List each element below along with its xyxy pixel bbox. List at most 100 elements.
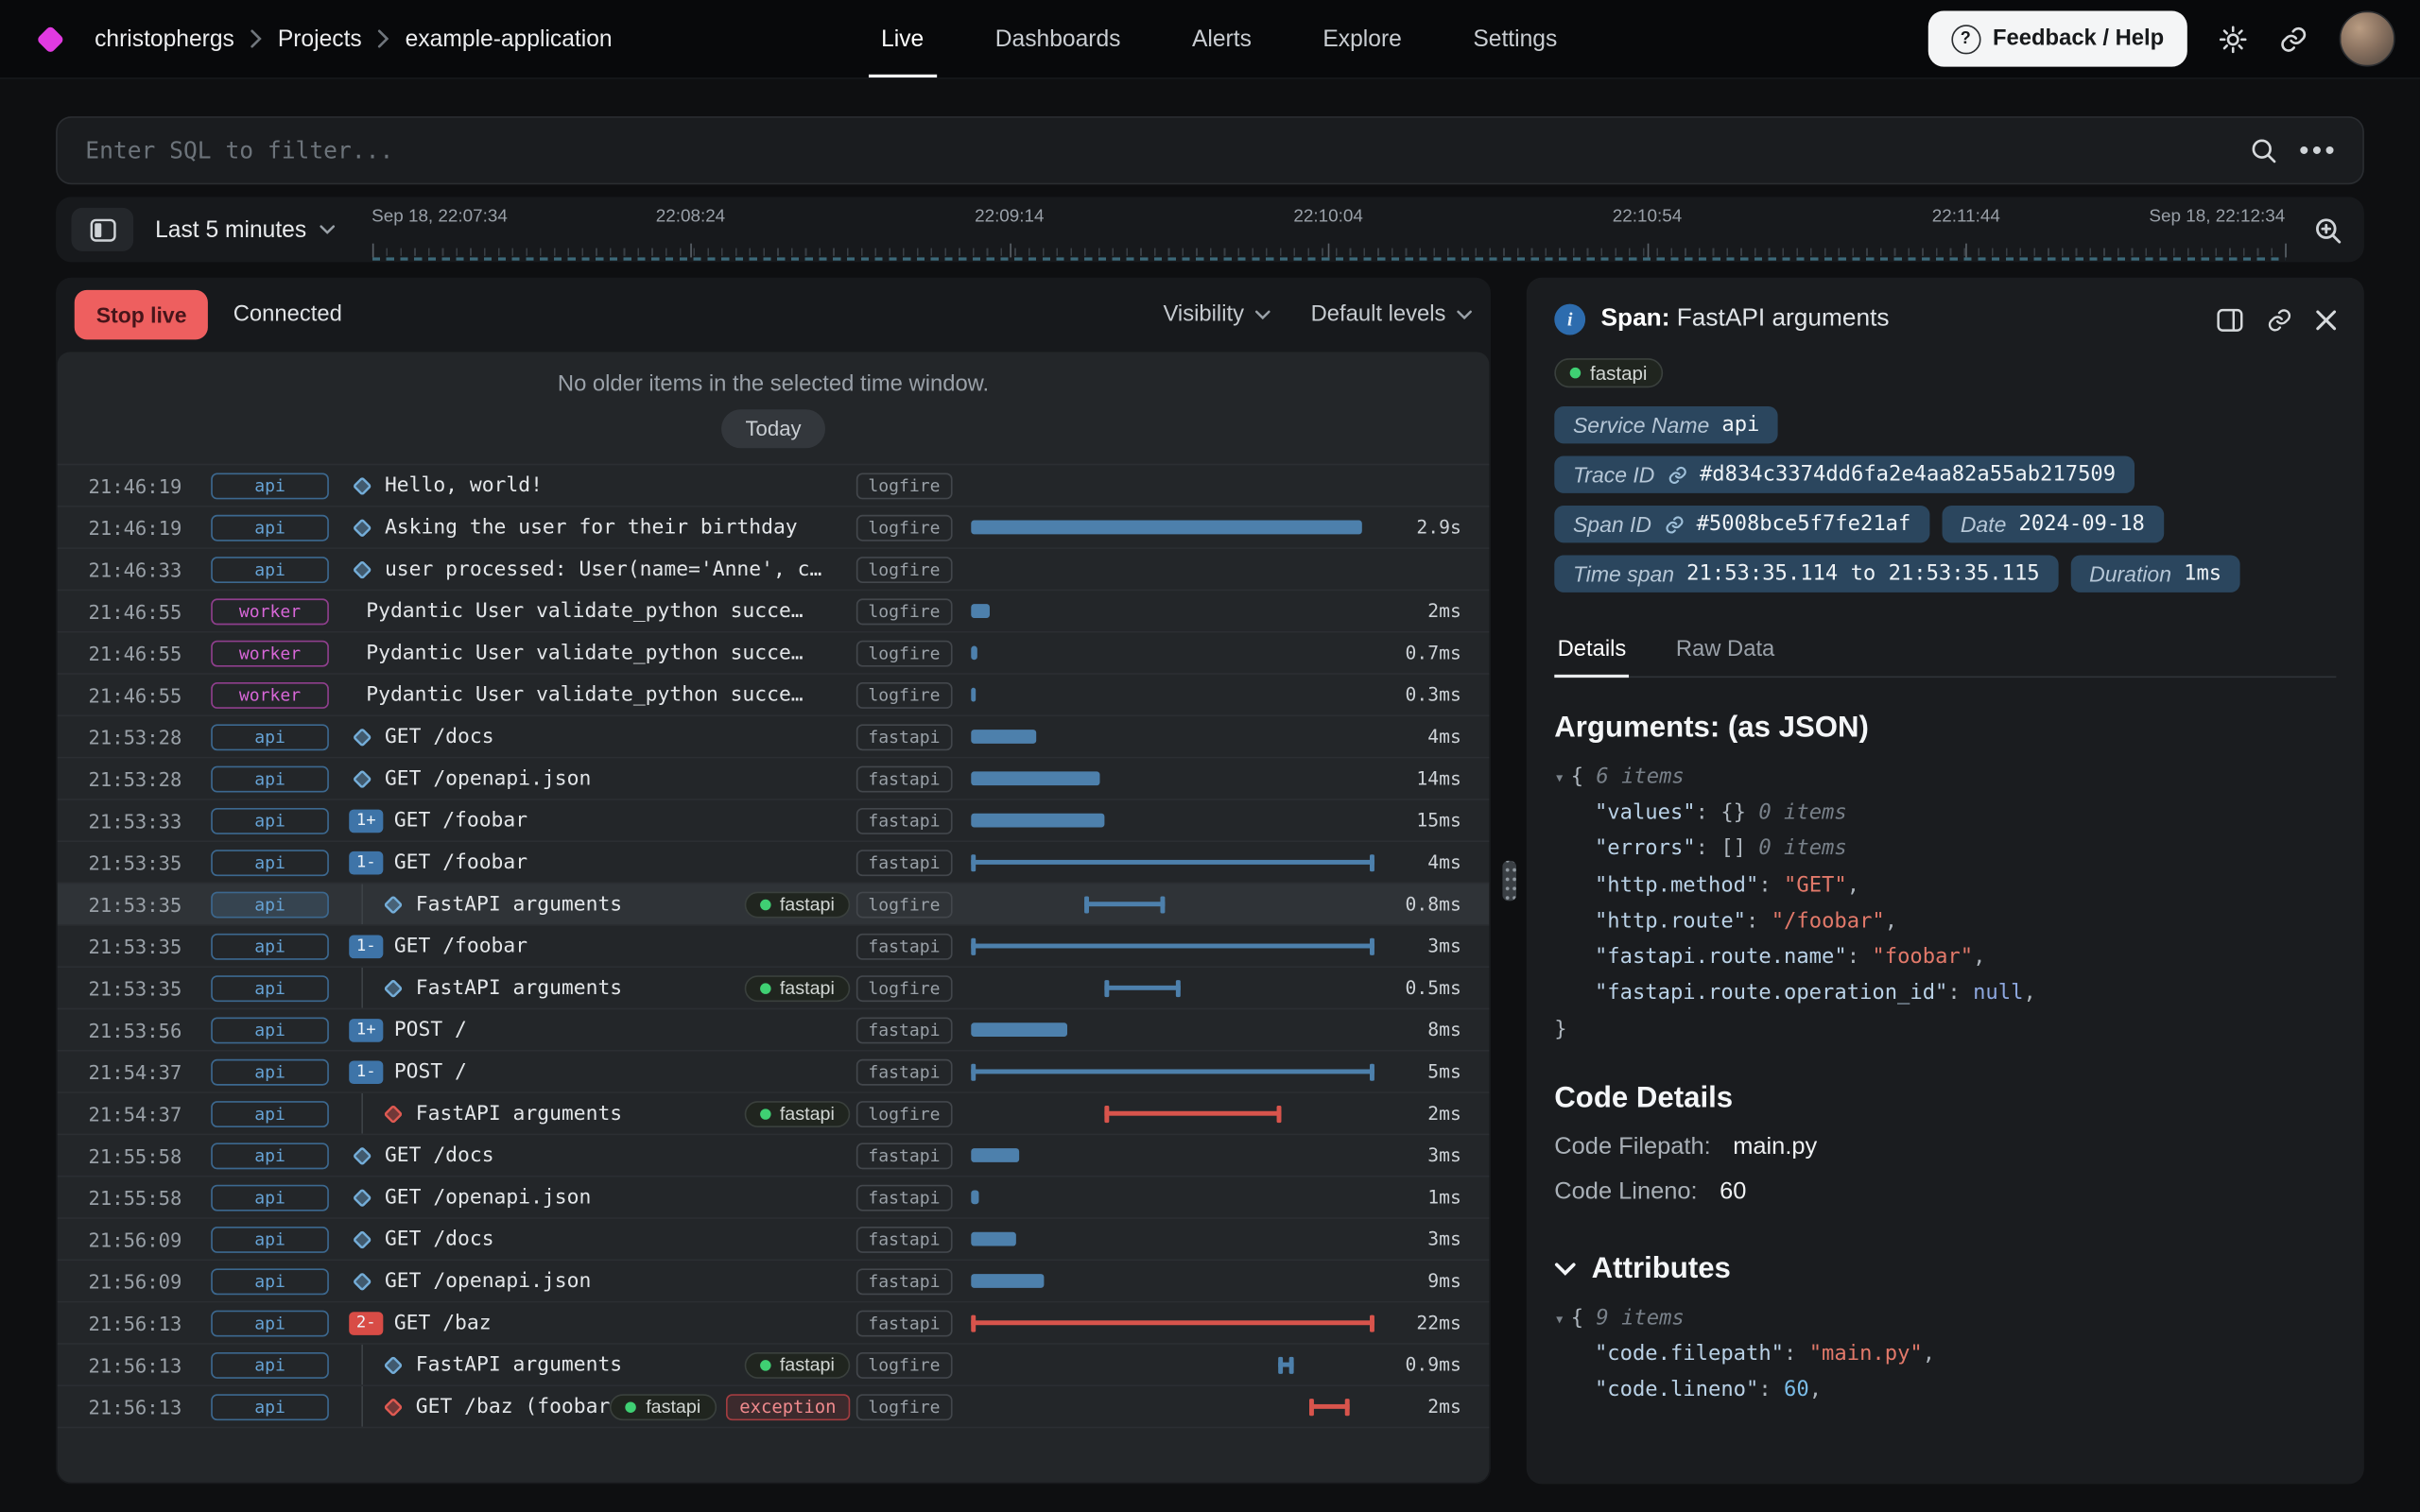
exception-chip[interactable]: exception	[725, 1393, 850, 1419]
service-tag-api[interactable]: api	[211, 1310, 329, 1336]
tab-details[interactable]: Details	[1554, 624, 1629, 677]
theme-toggle-icon[interactable]	[2219, 24, 2248, 53]
scope-tag-logfire[interactable]: logfire	[856, 891, 952, 918]
children-count-badge[interactable]: 1-	[349, 935, 383, 958]
log-row[interactable]: 21:56:09apiGET /docsfastapi3ms	[58, 1217, 1490, 1259]
zoom-in-icon[interactable]	[2313, 215, 2342, 244]
log-row[interactable]: 21:46:55workerPydantic User validate_pyt…	[58, 590, 1490, 631]
log-row[interactable]: 21:55:58apiGET /openapi.jsonfastapi1ms	[58, 1176, 1490, 1217]
log-row[interactable]: 21:46:55workerPydantic User validate_pyt…	[58, 631, 1490, 673]
log-row[interactable]: 21:53:33api1+GET /foobarfastapi15ms	[58, 799, 1490, 840]
meta-chip-time-span[interactable]: Time span21:53:35.114 to 21:53:35.115	[1554, 555, 2058, 592]
visibility-dropdown[interactable]: Visibility	[1163, 302, 1270, 327]
scope-tag-logfire[interactable]: logfire	[856, 1393, 952, 1419]
service-tag-api[interactable]: api	[211, 1100, 329, 1126]
scope-tag-logfire[interactable]: logfire	[856, 974, 952, 1001]
stop-live-button[interactable]: Stop live	[75, 290, 209, 340]
scope-tag-fastapi[interactable]: fastapi	[856, 765, 952, 792]
nav-dashboards[interactable]: Dashboards	[995, 0, 1121, 77]
scope-tag-fastapi[interactable]: fastapi	[856, 933, 952, 959]
collapse-chevron-icon[interactable]: ▾	[1554, 767, 1564, 787]
otel-scope-chip[interactable]: fastapi	[744, 891, 850, 918]
log-row[interactable]: 21:46:55workerPydantic User validate_pyt…	[58, 673, 1490, 714]
feedback-help-button[interactable]: ? Feedback / Help	[1927, 10, 2187, 66]
share-link-icon[interactable]	[2279, 24, 2308, 53]
panel-resize-handle[interactable]	[1501, 861, 1515, 902]
close-icon[interactable]	[2316, 309, 2336, 329]
service-tag-api[interactable]: api	[211, 514, 329, 541]
attributes-heading[interactable]: Attributes	[1554, 1253, 2336, 1287]
service-tag-api[interactable]: api	[211, 1393, 329, 1419]
log-row[interactable]: 21:46:19apiHello, world!logfire	[58, 464, 1490, 506]
service-tag-api[interactable]: api	[211, 891, 329, 918]
scope-tag-logfire[interactable]: logfire	[856, 556, 952, 582]
log-row[interactable]: 21:53:28apiGET /docsfastapi4ms	[58, 715, 1490, 757]
meta-chip-date[interactable]: Date2024-09-18	[1942, 506, 2163, 542]
scope-tag-logfire[interactable]: logfire	[856, 681, 952, 708]
otel-scope-chip[interactable]: fastapi	[744, 1100, 850, 1126]
service-tag-worker[interactable]: worker	[211, 681, 329, 708]
scope-tag-fastapi[interactable]: fastapi	[856, 1310, 952, 1336]
log-row[interactable]: 21:53:35api1-GET /foobarfastapi3ms	[58, 924, 1490, 966]
service-tag-api[interactable]: api	[211, 1017, 329, 1043]
nav-explore[interactable]: Explore	[1322, 0, 1401, 77]
sql-filter-input[interactable]	[82, 135, 2228, 166]
search-icon[interactable]	[2250, 136, 2278, 164]
logfire-logo-icon[interactable]	[36, 25, 64, 53]
children-count-badge[interactable]: 1+	[349, 1018, 383, 1041]
otel-scope-chip[interactable]: fastapi	[610, 1393, 716, 1419]
log-row[interactable]: 21:53:35apiFastAPI argumentsfastapilogfi…	[58, 966, 1490, 1007]
log-row[interactable]: 21:54:37apiFastAPI argumentsfastapilogfi…	[58, 1091, 1490, 1133]
sidebar-toggle-button[interactable]	[71, 208, 133, 251]
tab-raw-data[interactable]: Raw Data	[1673, 624, 1778, 677]
log-row[interactable]: 21:53:28apiGET /openapi.jsonfastapi14ms	[58, 757, 1490, 799]
scope-tag-logfire[interactable]: logfire	[856, 640, 952, 666]
breadcrumb-org[interactable]: christophergs	[95, 26, 234, 52]
log-row[interactable]: 21:55:58apiGET /docsfastapi3ms	[58, 1134, 1490, 1176]
service-tag-worker[interactable]: worker	[211, 598, 329, 625]
children-count-badge[interactable]: 1+	[349, 809, 383, 833]
service-tag-api[interactable]: api	[211, 1268, 329, 1295]
service-tag-api[interactable]: api	[211, 472, 329, 499]
service-tag-api[interactable]: api	[211, 849, 329, 875]
scope-tag-logfire[interactable]: logfire	[856, 514, 952, 541]
default-levels-dropdown[interactable]: Default levels	[1311, 302, 1473, 327]
service-tag-api[interactable]: api	[211, 1184, 329, 1211]
log-row[interactable]: 21:54:37api1-POST /fastapi5ms	[58, 1050, 1490, 1091]
scope-tag-logfire[interactable]: logfire	[856, 1351, 952, 1378]
copy-link-icon[interactable]	[2267, 306, 2293, 333]
meta-chip-trace-id[interactable]: Trace ID#d834c3374dd6fa2e4aa82a55ab21750…	[1554, 455, 2135, 492]
meta-chip-duration[interactable]: Duration1ms	[2070, 555, 2239, 592]
scope-tag-logfire[interactable]: logfire	[856, 598, 952, 625]
open-panel-icon[interactable]	[2217, 308, 2243, 332]
service-tag-api[interactable]: api	[211, 1226, 329, 1252]
service-tag-api[interactable]: api	[211, 724, 329, 750]
breadcrumb-projects[interactable]: Projects	[278, 26, 362, 52]
nav-live[interactable]: Live	[881, 0, 924, 77]
log-row[interactable]: 21:56:13api2-GET /bazfastapi22ms	[58, 1301, 1490, 1343]
scope-tag-fastapi[interactable]: fastapi	[856, 1058, 952, 1085]
children-count-badge[interactable]: 2-	[349, 1311, 383, 1334]
scope-tag-fastapi[interactable]: fastapi	[856, 1143, 952, 1169]
children-count-badge[interactable]: 1-	[349, 1060, 383, 1084]
log-row[interactable]: 21:46:33apiuser processed: User(name='An…	[58, 547, 1490, 589]
service-tag-worker[interactable]: worker	[211, 640, 329, 666]
scope-tag-fastapi[interactable]: fastapi	[856, 807, 952, 833]
time-range-selector[interactable]: Last 5 minutes	[155, 216, 335, 243]
user-avatar[interactable]	[2340, 10, 2395, 66]
more-options-icon[interactable]: •••	[2299, 136, 2338, 164]
children-count-badge[interactable]: 1-	[349, 850, 383, 874]
scope-tag-fastapi[interactable]: fastapi	[856, 849, 952, 875]
scope-tag-logfire[interactable]: logfire	[856, 472, 952, 499]
otel-scope-chip[interactable]: fastapi	[744, 974, 850, 1001]
timeline-ticks[interactable]: Sep 18, 22:07:3422:08:2422:09:1422:10:04…	[372, 197, 2285, 262]
log-row[interactable]: 21:56:13apiGET /baz (foobar)fastapiexcep…	[58, 1384, 1490, 1426]
meta-chip-span-id[interactable]: Span ID#5008bce5f7fe21af	[1554, 506, 1929, 542]
log-row[interactable]: 21:53:56api1+POST /fastapi8ms	[58, 1008, 1490, 1050]
collapse-chevron-icon[interactable]: ▾	[1554, 1309, 1564, 1329]
service-tag-api[interactable]: api	[211, 1058, 329, 1085]
log-row[interactable]: 21:46:19apiAsking the user for their bir…	[58, 506, 1490, 547]
scope-tag-fastapi[interactable]: fastapi	[856, 1184, 952, 1211]
otel-scope-chip[interactable]: fastapi	[1554, 358, 1663, 387]
scope-tag-fastapi[interactable]: fastapi	[856, 724, 952, 750]
